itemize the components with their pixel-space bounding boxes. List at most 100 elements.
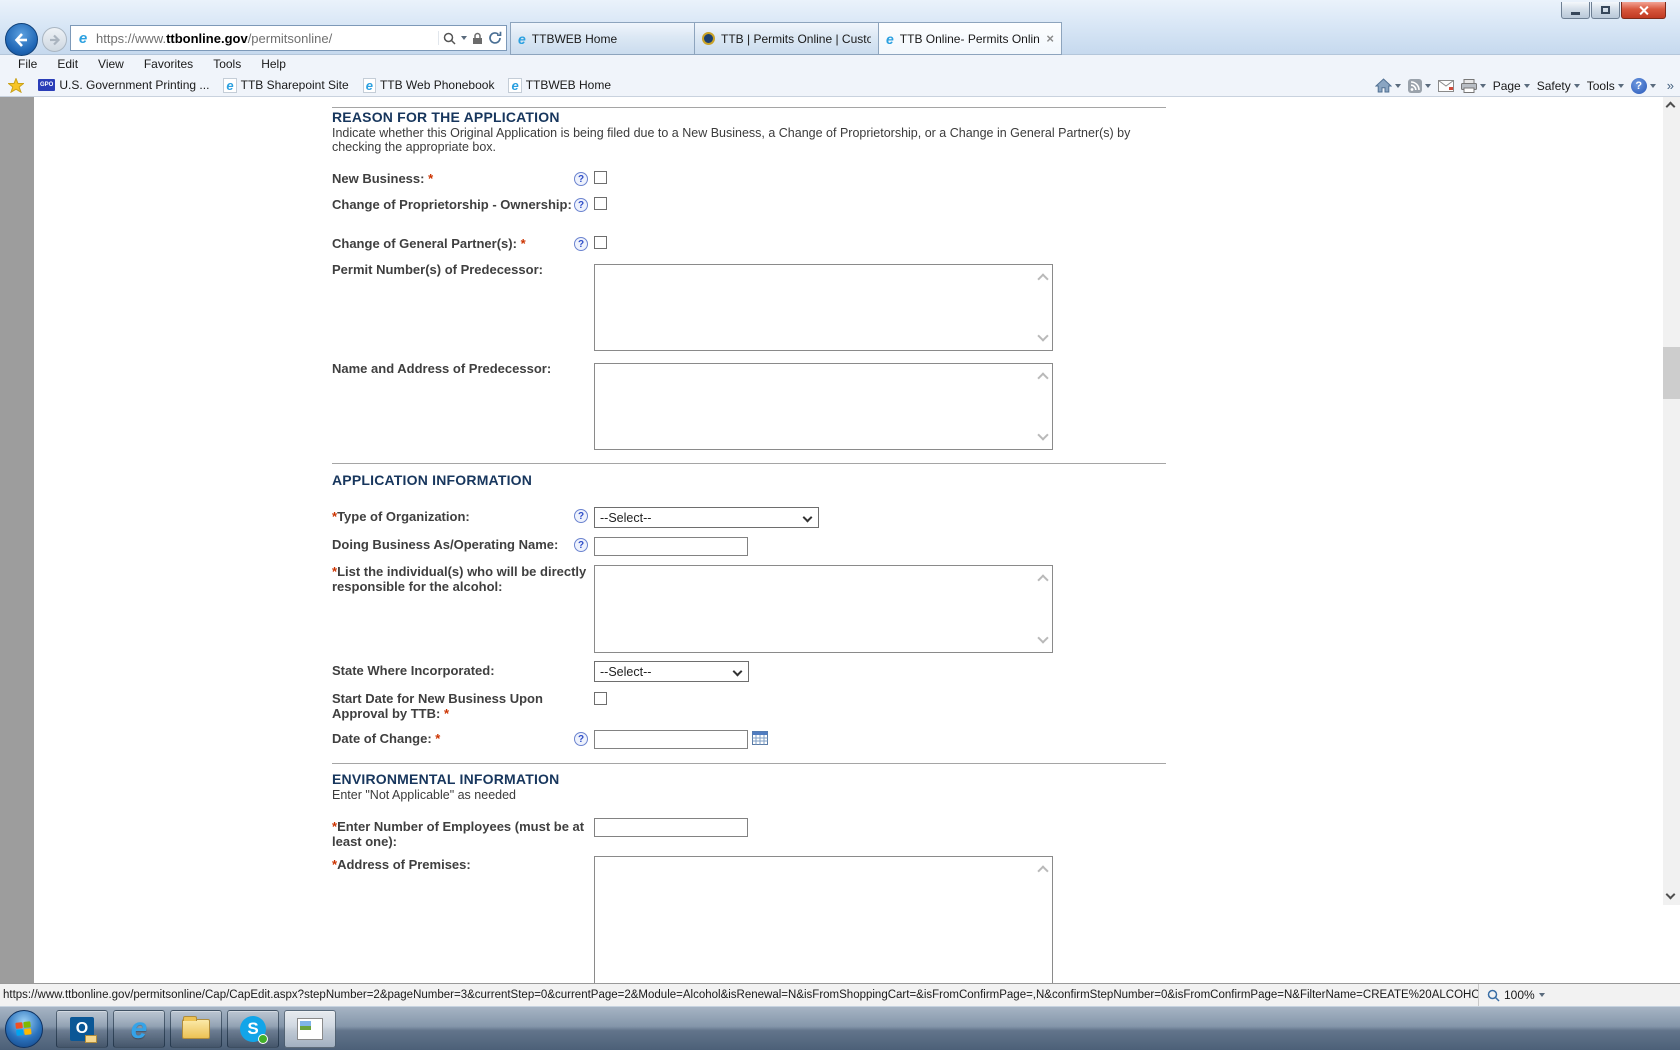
close-window-button[interactable]: [1621, 2, 1666, 19]
print-dropdown-caret[interactable]: [1479, 83, 1486, 88]
dba-help-icon[interactable]: ?: [574, 538, 588, 552]
zoom-dropdown-caret[interactable]: [1538, 993, 1545, 997]
scrollbar-up-arrow[interactable]: [1663, 97, 1680, 114]
chevron-down-icon: [732, 666, 743, 677]
change-partners-checkbox[interactable]: [594, 236, 607, 249]
minimize-button[interactable]: [1561, 2, 1590, 19]
favorite-ttb-phonebook[interactable]: e TTB Web Phonebook: [362, 77, 495, 93]
menu-view[interactable]: View: [88, 55, 134, 74]
ie-page-icon: e: [508, 77, 522, 93]
address-bar[interactable]: e https://www.ttbonline.gov/permitsonlin…: [70, 25, 507, 51]
zoom-magnifier-icon: [1487, 989, 1500, 1002]
dba-label: Doing Business As/Operating Name:: [332, 537, 588, 552]
responsible-individuals-textarea[interactable]: [594, 565, 1053, 653]
zoom-control[interactable]: 100%: [1478, 984, 1545, 1006]
taskbar-skype-button[interactable]: S: [227, 1010, 279, 1048]
date-of-change-help-icon[interactable]: ?: [574, 732, 588, 746]
tools-menu-button[interactable]: Tools: [1587, 79, 1624, 93]
print-button[interactable]: [1460, 78, 1486, 93]
label-text: Start Date for New Business Upon Approva…: [332, 691, 543, 721]
status-bar: https://www.ttbonline.gov/permitsonline/…: [0, 983, 1680, 1006]
tab-ttbweb-home[interactable]: e TTBWEB Home: [510, 22, 694, 55]
predecessor-textarea[interactable]: [594, 363, 1053, 450]
taskbar-ie-button[interactable]: e: [113, 1010, 165, 1048]
tab-ttb-permits-online[interactable]: TTB | Permits Online | Custom...: [694, 22, 878, 55]
refresh-icon[interactable]: [488, 31, 502, 45]
vertical-scrollbar[interactable]: [1663, 97, 1680, 905]
help-menu-button[interactable]: ?: [1630, 77, 1656, 94]
calendar-icon[interactable]: [752, 730, 768, 750]
scroll-up-icon[interactable]: [1037, 372, 1049, 384]
search-dropdown-caret[interactable]: [461, 36, 467, 40]
favorite-us-gov-printing[interactable]: GPO U.S. Government Printing ...: [38, 78, 209, 92]
favorite-label: TTB Web Phonebook: [379, 78, 495, 92]
scroll-down-icon[interactable]: [1037, 330, 1049, 342]
permit-numbers-textarea[interactable]: [594, 264, 1053, 351]
reason-section-description: Indicate whether this Original Applicati…: [332, 126, 1131, 154]
menu-favorites[interactable]: Favorites: [134, 55, 203, 74]
type-of-organization-select[interactable]: --Select--: [594, 507, 819, 528]
required-asterisk: *: [520, 236, 526, 251]
address-of-premises-textarea[interactable]: [594, 856, 1053, 983]
favorite-ttbweb-home[interactable]: e TTBWEB Home: [508, 77, 611, 93]
start-date-checkbox[interactable]: [594, 692, 607, 705]
feeds-dropdown-caret[interactable]: [1424, 83, 1431, 88]
read-mail-button[interactable]: [1437, 79, 1454, 92]
home-button[interactable]: [1374, 78, 1401, 93]
number-of-employees-input[interactable]: [594, 818, 748, 837]
maximize-button[interactable]: [1591, 2, 1620, 19]
menu-file[interactable]: File: [8, 55, 47, 74]
predecessor-label: Name and Address of Predecessor:: [332, 361, 588, 376]
home-dropdown-caret[interactable]: [1394, 83, 1401, 88]
scroll-down-icon[interactable]: [1037, 429, 1049, 441]
scroll-up-icon[interactable]: [1037, 865, 1049, 877]
scroll-down-icon[interactable]: [1037, 632, 1049, 644]
menu-tools[interactable]: Tools: [203, 55, 251, 74]
scroll-up-icon[interactable]: [1037, 273, 1049, 285]
page-left-margin: [0, 97, 34, 983]
mail-icon: [1437, 79, 1454, 92]
envelope-icon: [85, 1035, 97, 1043]
tab-ttb-online-active[interactable]: e TTB Online- Permits Online... ×: [878, 22, 1062, 55]
label-text: Type of Organization:: [337, 509, 470, 524]
start-button[interactable]: [5, 1010, 43, 1048]
search-icon[interactable]: [443, 32, 456, 45]
taskbar-explorer-button[interactable]: [170, 1010, 222, 1048]
scrollbar-thumb[interactable]: [1663, 347, 1680, 399]
back-button[interactable]: [5, 23, 38, 56]
environmental-section-subtitle: Enter "Not Applicable" as needed: [332, 788, 516, 802]
tab-close-icon[interactable]: ×: [1046, 32, 1054, 45]
start-date-label: Start Date for New Business Upon Approva…: [332, 691, 588, 721]
new-business-checkbox[interactable]: [594, 171, 607, 184]
change-proprietorship-help-icon[interactable]: ?: [574, 198, 588, 212]
label-text: Address of Premises:: [337, 857, 471, 872]
status-url: https://www.ttbonline.gov/permitsonline/…: [3, 989, 1478, 1001]
taskbar-viewer-button[interactable]: [284, 1010, 336, 1048]
zoom-level: 100%: [1504, 988, 1535, 1002]
dba-input[interactable]: [594, 537, 748, 556]
state-incorporated-select[interactable]: --Select--: [594, 661, 749, 682]
scroll-up-icon[interactable]: [1037, 574, 1049, 586]
favorite-label: TTB Sharepoint Site: [240, 78, 349, 92]
browser-chrome: e https://www.ttbonline.gov/permitsonlin…: [0, 0, 1680, 56]
forward-button[interactable]: [42, 27, 67, 52]
page-menu-button[interactable]: Page: [1493, 79, 1530, 93]
taskbar-outlook-button[interactable]: O: [56, 1010, 108, 1048]
scrollbar-down-arrow[interactable]: [1663, 888, 1680, 905]
url-text[interactable]: https://www.ttbonline.gov/permitsonline/: [96, 31, 438, 46]
home-icon: [1374, 78, 1392, 93]
required-asterisk: *: [435, 731, 441, 746]
new-business-label: New Business: *: [332, 171, 588, 186]
date-of-change-input[interactable]: [594, 730, 748, 749]
toolbar-overflow-chevron[interactable]: »: [1667, 78, 1674, 93]
new-business-help-icon[interactable]: ?: [574, 172, 588, 186]
menu-help[interactable]: Help: [251, 55, 296, 74]
add-favorite-button[interactable]: [8, 77, 24, 93]
type-of-organization-help-icon[interactable]: ?: [574, 509, 588, 523]
feeds-button[interactable]: [1407, 78, 1431, 93]
menu-edit[interactable]: Edit: [47, 55, 88, 74]
safety-menu-button[interactable]: Safety: [1537, 79, 1580, 93]
favorite-ttb-sharepoint[interactable]: e TTB Sharepoint Site: [223, 77, 349, 93]
change-partners-help-icon[interactable]: ?: [574, 237, 588, 251]
change-proprietorship-checkbox[interactable]: [594, 197, 607, 210]
